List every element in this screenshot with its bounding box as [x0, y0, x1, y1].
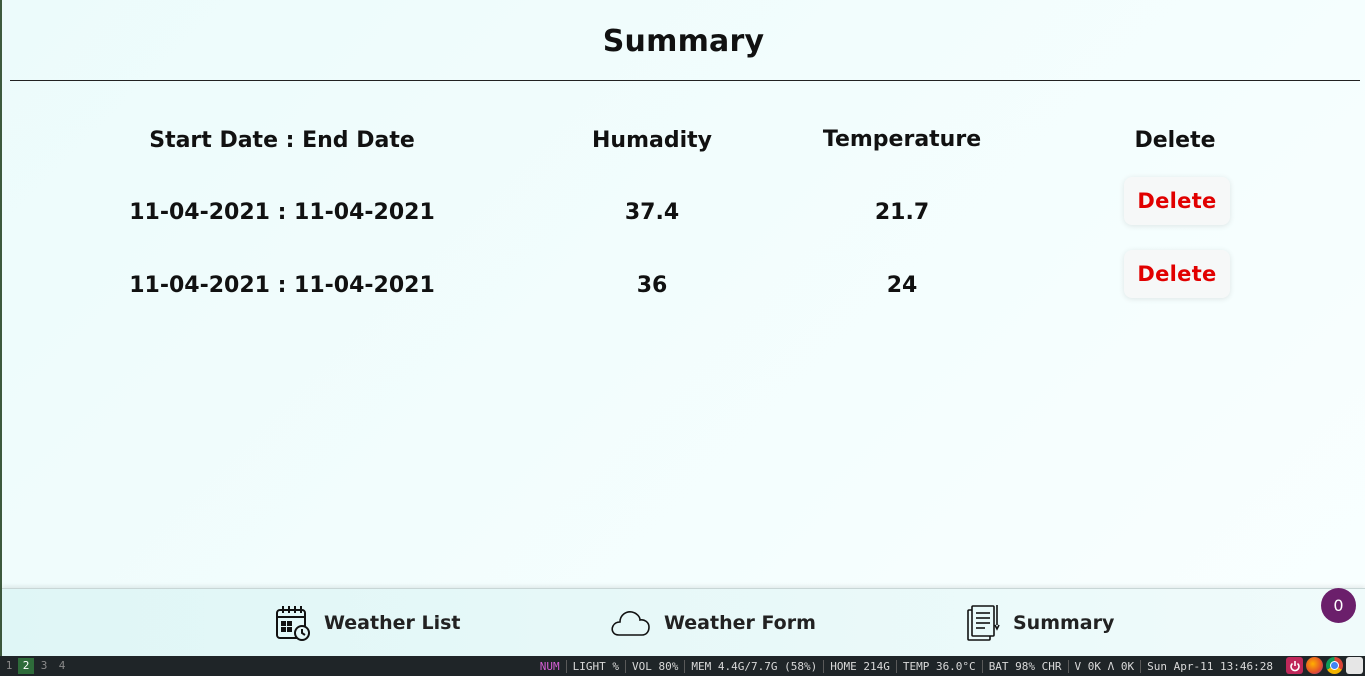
row-1-temperature: 21.7 — [874, 200, 930, 225]
row-2-humidity: 36 — [636, 273, 668, 298]
workspace-2[interactable]: 2 — [18, 658, 34, 674]
status-battery: BAT 98% CHR — [983, 659, 1069, 673]
row-2-delete-button[interactable]: Delete — [1124, 250, 1230, 298]
status-memory: MEM 4.4G/7.7G (58%) — [685, 659, 825, 673]
header-dates: Start Date : End Date — [149, 128, 415, 153]
title-divider — [10, 80, 1360, 81]
nav-weather-list-label: Weather List — [324, 612, 461, 634]
row-2-dates: 11-04-2021 : 11-04-2021 — [129, 273, 435, 298]
notification-badge[interactable]: 0 — [1321, 588, 1356, 623]
bottom-navigation: Weather List Weather Form Summary — [2, 588, 1365, 656]
nav-weather-form[interactable]: Weather Form — [610, 603, 816, 643]
row-1-delete-button[interactable]: Delete — [1124, 177, 1230, 225]
cloud-icon — [611, 611, 650, 636]
page-title: Summary — [602, 24, 765, 59]
workspace-4[interactable]: 4 — [54, 658, 70, 674]
power-icon[interactable] — [1286, 657, 1303, 674]
status-light: LIGHT % — [567, 659, 627, 673]
status-num: NUM — [534, 659, 567, 673]
calendar-clock-icon — [276, 606, 310, 641]
header-delete: Delete — [1134, 128, 1216, 153]
workspace-1[interactable]: 1 — [1, 658, 17, 674]
nav-weather-list[interactable]: Weather List — [274, 603, 460, 643]
row-2-temperature: 24 — [886, 273, 918, 298]
header-temperature: Temperature — [822, 127, 982, 152]
document-icon — [967, 605, 1000, 641]
nav-summary-label: Summary — [1013, 612, 1115, 634]
status-clock: Sun Apr-11 13:46:28 — [1147, 659, 1273, 673]
row-1-dates: 11-04-2021 : 11-04-2021 — [129, 200, 435, 225]
firefox-icon[interactable] — [1306, 657, 1323, 674]
status-network: V 0K Λ 0K — [1069, 659, 1142, 673]
summary-page: Summary Start Date : End Date Humadity T… — [2, 0, 1365, 655]
nav-summary[interactable]: Summary — [965, 603, 1114, 643]
system-tray — [1286, 657, 1363, 674]
status-volume: VOL 80% — [626, 659, 686, 673]
screen-icon[interactable] — [1346, 657, 1363, 674]
status-temp: TEMP 36.0°C — [897, 659, 983, 673]
workspace-3[interactable]: 3 — [36, 658, 52, 674]
row-1-humidity: 37.4 — [624, 200, 680, 225]
nav-weather-form-label: Weather Form — [664, 612, 816, 634]
system-taskbar: 1 2 3 4 NUM LIGHT % VOL 80% MEM 4.4G/7.7… — [0, 656, 1365, 676]
header-humidity: Humadity — [592, 128, 712, 153]
status-home: HOME 214G — [824, 659, 897, 673]
status-bar: NUM LIGHT % VOL 80% MEM 4.4G/7.7G (58%) … — [534, 656, 1279, 676]
chrome-icon[interactable] — [1326, 657, 1343, 674]
